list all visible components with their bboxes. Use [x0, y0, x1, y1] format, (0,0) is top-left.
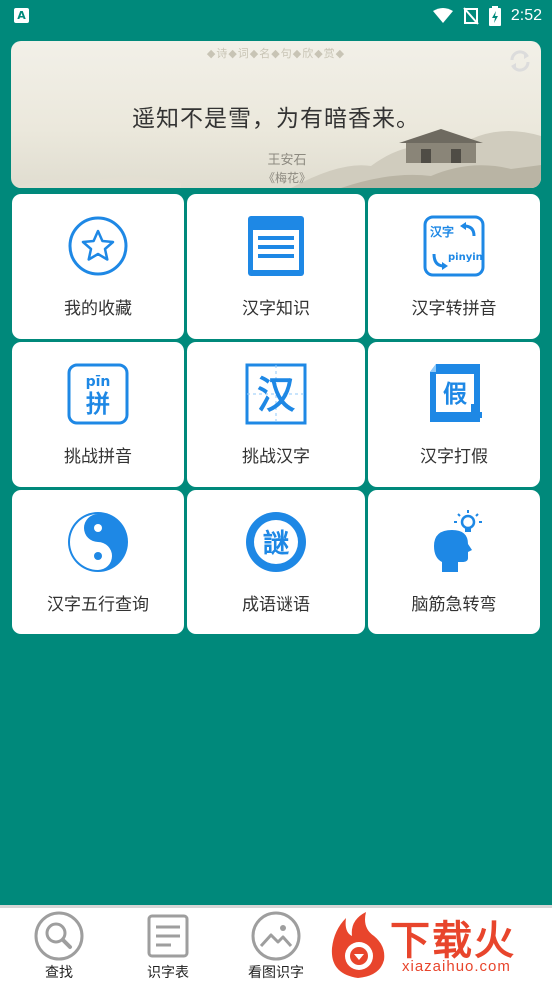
nav-label: 识字表	[147, 965, 189, 981]
banner-header: ◆诗◆词◆名◆句◆欣◆赏◆	[206, 47, 346, 60]
image-icon	[251, 911, 301, 961]
svg-text:汉: 汉	[257, 373, 296, 417]
star-icon	[68, 216, 128, 276]
battery-charging-icon	[488, 6, 501, 26]
nav-character-list[interactable]: 识字表	[113, 908, 223, 983]
riddle-seal-icon: 謎	[246, 512, 306, 572]
list-icon	[147, 914, 189, 958]
svg-text:汉字: 汉字	[430, 224, 454, 239]
yin-yang-icon	[68, 512, 128, 572]
poem-verse: 遥知不是雪，为有暗香来。	[132, 106, 420, 132]
brain-bulb-icon	[434, 510, 482, 572]
watermark-url: xiazaihuo.com	[402, 958, 511, 975]
watermark-logo: 下载火 xiazaihuo.com	[326, 906, 550, 983]
refresh-icon[interactable]	[507, 48, 533, 74]
poem-author: 王安石	[267, 153, 307, 168]
nav-label: 查找	[45, 965, 73, 981]
app-notification-icon: A	[14, 8, 29, 23]
tile-idiom-riddles[interactable]: 謎 成语谜语	[187, 490, 365, 634]
tile-label: 汉字知识	[242, 299, 310, 319]
signal-off-icon	[463, 7, 479, 25]
tile-hanzi-to-pinyin[interactable]: 汉字 pinyin 汉字转拼音	[368, 194, 540, 339]
nav-label: 看图识字	[248, 965, 304, 981]
svg-text:假: 假	[443, 380, 467, 408]
svg-text:謎: 謎	[263, 529, 289, 559]
tile-favorites[interactable]: 我的收藏	[12, 194, 184, 339]
svg-text:pīn: pīn	[86, 374, 111, 390]
status-bar: A 2:52	[0, 0, 552, 32]
hanzi-grid-icon: 汉	[245, 363, 307, 425]
fake-stamp-icon: 假	[430, 364, 482, 422]
flame-logo-icon	[331, 912, 385, 978]
tile-challenge-hanzi[interactable]: 汉 挑战汉字	[187, 342, 365, 487]
tile-label: 脑筋急转弯	[411, 595, 497, 615]
status-time: 2:52	[510, 7, 542, 24]
wifi-icon	[432, 8, 453, 23]
pinyin-card-icon: pīn 拼	[67, 363, 129, 425]
svg-text:拼: 拼	[86, 390, 110, 418]
search-icon	[34, 911, 84, 961]
tile-hanzi-anti-fake[interactable]: 假 汉字打假	[368, 342, 540, 487]
status-icons: 2:52	[432, 4, 542, 28]
svg-text:pinyin: pinyin	[448, 252, 483, 263]
tile-hanzi-knowledge[interactable]: 汉字知识	[187, 194, 365, 339]
poem-title: 《梅花》	[262, 171, 311, 185]
tile-label: 成语谜语	[242, 595, 310, 615]
nav-search[interactable]: 查找	[4, 908, 114, 983]
tile-challenge-pinyin[interactable]: pīn 拼 挑战拼音	[12, 342, 184, 487]
hanzi-pinyin-convert-icon: 汉字 pinyin	[423, 215, 485, 277]
tile-label: 汉字五行查询	[47, 595, 149, 615]
tile-label: 挑战拼音	[64, 447, 132, 467]
tile-label: 我的收藏	[64, 299, 132, 319]
tile-brain-teasers[interactable]: 脑筋急转弯	[368, 490, 540, 634]
tile-label: 挑战汉字	[242, 447, 310, 467]
nav-picture-literacy[interactable]: 看图识字	[221, 908, 331, 983]
tile-label: 汉字打假	[420, 447, 488, 467]
document-icon	[248, 216, 304, 276]
poem-banner[interactable]: ◆诗◆词◆名◆句◆欣◆赏◆ 遥知不是雪，为有暗香来。 王安石 《梅花》	[11, 41, 541, 188]
tile-label: 汉字转拼音	[411, 299, 497, 319]
tile-five-elements[interactable]: 汉字五行查询	[12, 490, 184, 634]
